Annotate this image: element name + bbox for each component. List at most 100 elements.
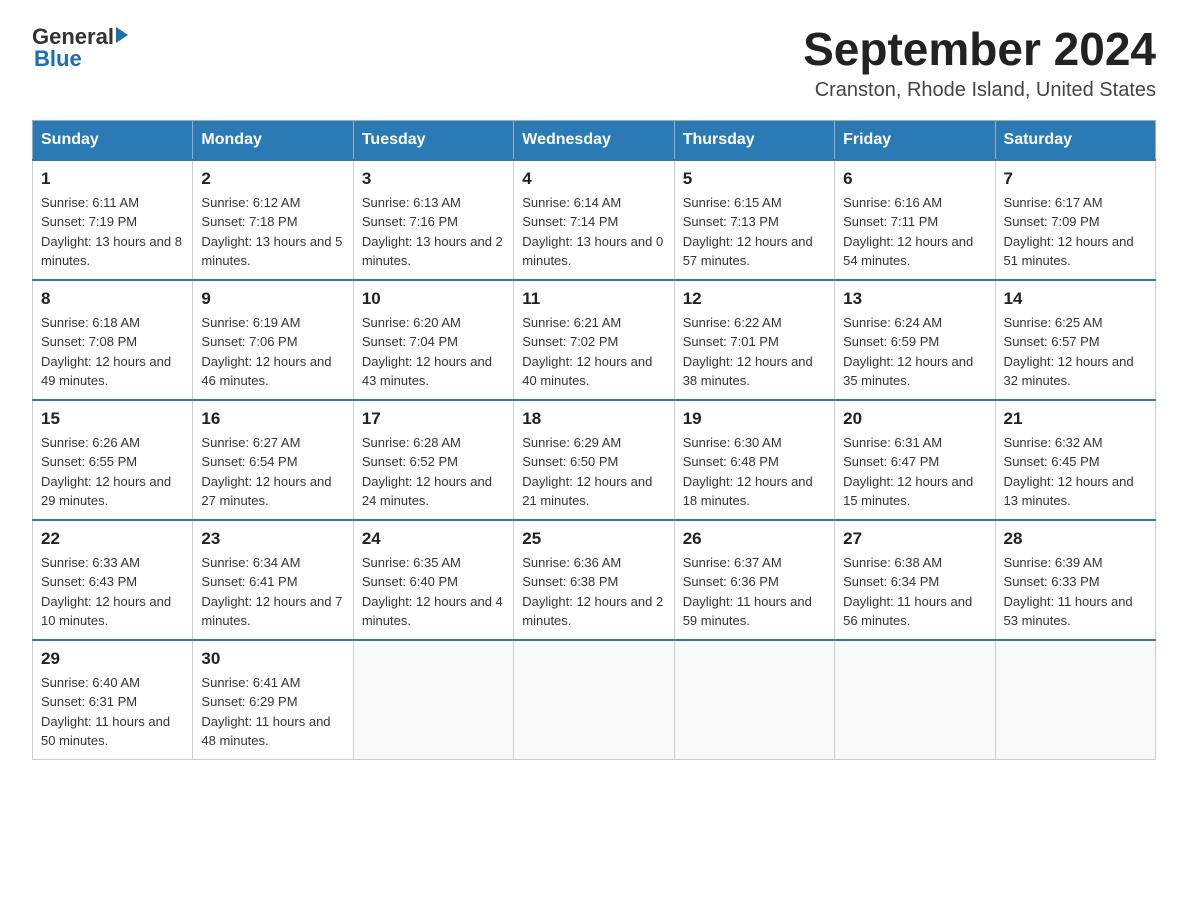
calendar-cell: 28 Sunrise: 6:39 AMSunset: 6:33 PMDaylig… (995, 520, 1155, 640)
day-info: Sunrise: 6:26 AMSunset: 6:55 PMDaylight:… (41, 433, 184, 511)
day-info: Sunrise: 6:41 AMSunset: 6:29 PMDaylight:… (201, 673, 344, 751)
day-info: Sunrise: 6:17 AMSunset: 7:09 PMDaylight:… (1004, 193, 1147, 271)
day-info: Sunrise: 6:20 AMSunset: 7:04 PMDaylight:… (362, 313, 505, 391)
calendar-week-row-2: 8 Sunrise: 6:18 AMSunset: 7:08 PMDayligh… (33, 280, 1156, 400)
calendar-table: Sunday Monday Tuesday Wednesday Thursday… (32, 120, 1156, 760)
calendar-cell (514, 640, 674, 760)
day-info: Sunrise: 6:19 AMSunset: 7:06 PMDaylight:… (201, 313, 344, 391)
col-wednesday: Wednesday (514, 120, 674, 160)
calendar-cell: 14 Sunrise: 6:25 AMSunset: 6:57 PMDaylig… (995, 280, 1155, 400)
day-info: Sunrise: 6:39 AMSunset: 6:33 PMDaylight:… (1004, 553, 1147, 631)
title-area: September 2024 Cranston, Rhode Island, U… (803, 24, 1156, 102)
calendar-cell: 9 Sunrise: 6:19 AMSunset: 7:06 PMDayligh… (193, 280, 353, 400)
day-info: Sunrise: 6:18 AMSunset: 7:08 PMDaylight:… (41, 313, 184, 391)
day-number: 19 (683, 409, 826, 429)
header: General Blue September 2024 Cranston, Rh… (32, 24, 1156, 102)
day-number: 20 (843, 409, 986, 429)
day-number: 10 (362, 289, 505, 309)
col-thursday: Thursday (674, 120, 834, 160)
calendar-cell: 29 Sunrise: 6:40 AMSunset: 6:31 PMDaylig… (33, 640, 193, 760)
calendar-cell: 3 Sunrise: 6:13 AMSunset: 7:16 PMDayligh… (353, 160, 513, 280)
day-number: 24 (362, 529, 505, 549)
calendar-cell: 23 Sunrise: 6:34 AMSunset: 6:41 PMDaylig… (193, 520, 353, 640)
col-saturday: Saturday (995, 120, 1155, 160)
calendar-cell: 11 Sunrise: 6:21 AMSunset: 7:02 PMDaylig… (514, 280, 674, 400)
day-number: 4 (522, 169, 665, 189)
day-number: 27 (843, 529, 986, 549)
calendar-cell: 20 Sunrise: 6:31 AMSunset: 6:47 PMDaylig… (835, 400, 995, 520)
col-tuesday: Tuesday (353, 120, 513, 160)
day-number: 6 (843, 169, 986, 189)
day-number: 21 (1004, 409, 1147, 429)
calendar-cell: 5 Sunrise: 6:15 AMSunset: 7:13 PMDayligh… (674, 160, 834, 280)
calendar-cell: 10 Sunrise: 6:20 AMSunset: 7:04 PMDaylig… (353, 280, 513, 400)
day-info: Sunrise: 6:25 AMSunset: 6:57 PMDaylight:… (1004, 313, 1147, 391)
day-info: Sunrise: 6:35 AMSunset: 6:40 PMDaylight:… (362, 553, 505, 631)
logo: General Blue (32, 24, 128, 72)
day-info: Sunrise: 6:21 AMSunset: 7:02 PMDaylight:… (522, 313, 665, 391)
day-number: 3 (362, 169, 505, 189)
day-info: Sunrise: 6:40 AMSunset: 6:31 PMDaylight:… (41, 673, 184, 751)
day-number: 14 (1004, 289, 1147, 309)
day-number: 11 (522, 289, 665, 309)
day-number: 23 (201, 529, 344, 549)
day-number: 22 (41, 529, 184, 549)
day-number: 29 (41, 649, 184, 669)
day-number: 12 (683, 289, 826, 309)
day-info: Sunrise: 6:36 AMSunset: 6:38 PMDaylight:… (522, 553, 665, 631)
day-number: 30 (201, 649, 344, 669)
calendar-cell: 18 Sunrise: 6:29 AMSunset: 6:50 PMDaylig… (514, 400, 674, 520)
calendar-week-row-1: 1 Sunrise: 6:11 AMSunset: 7:19 PMDayligh… (33, 160, 1156, 280)
day-info: Sunrise: 6:28 AMSunset: 6:52 PMDaylight:… (362, 433, 505, 511)
day-number: 15 (41, 409, 184, 429)
day-number: 13 (843, 289, 986, 309)
day-info: Sunrise: 6:29 AMSunset: 6:50 PMDaylight:… (522, 433, 665, 511)
col-friday: Friday (835, 120, 995, 160)
day-info: Sunrise: 6:13 AMSunset: 7:16 PMDaylight:… (362, 193, 505, 271)
day-number: 16 (201, 409, 344, 429)
day-info: Sunrise: 6:30 AMSunset: 6:48 PMDaylight:… (683, 433, 826, 511)
day-number: 5 (683, 169, 826, 189)
calendar-cell: 12 Sunrise: 6:22 AMSunset: 7:01 PMDaylig… (674, 280, 834, 400)
day-number: 1 (41, 169, 184, 189)
calendar-cell: 13 Sunrise: 6:24 AMSunset: 6:59 PMDaylig… (835, 280, 995, 400)
calendar-cell (353, 640, 513, 760)
calendar-cell: 27 Sunrise: 6:38 AMSunset: 6:34 PMDaylig… (835, 520, 995, 640)
calendar-week-row-5: 29 Sunrise: 6:40 AMSunset: 6:31 PMDaylig… (33, 640, 1156, 760)
calendar-cell: 24 Sunrise: 6:35 AMSunset: 6:40 PMDaylig… (353, 520, 513, 640)
day-info: Sunrise: 6:11 AMSunset: 7:19 PMDaylight:… (41, 193, 184, 271)
day-info: Sunrise: 6:12 AMSunset: 7:18 PMDaylight:… (201, 193, 344, 271)
calendar-cell: 1 Sunrise: 6:11 AMSunset: 7:19 PMDayligh… (33, 160, 193, 280)
day-info: Sunrise: 6:32 AMSunset: 6:45 PMDaylight:… (1004, 433, 1147, 511)
page-subtitle: Cranston, Rhode Island, United States (803, 79, 1156, 102)
day-number: 8 (41, 289, 184, 309)
day-number: 17 (362, 409, 505, 429)
day-info: Sunrise: 6:27 AMSunset: 6:54 PMDaylight:… (201, 433, 344, 511)
day-number: 25 (522, 529, 665, 549)
day-info: Sunrise: 6:16 AMSunset: 7:11 PMDaylight:… (843, 193, 986, 271)
calendar-cell: 15 Sunrise: 6:26 AMSunset: 6:55 PMDaylig… (33, 400, 193, 520)
day-number: 28 (1004, 529, 1147, 549)
calendar-cell: 21 Sunrise: 6:32 AMSunset: 6:45 PMDaylig… (995, 400, 1155, 520)
calendar-cell: 17 Sunrise: 6:28 AMSunset: 6:52 PMDaylig… (353, 400, 513, 520)
calendar-cell: 30 Sunrise: 6:41 AMSunset: 6:29 PMDaylig… (193, 640, 353, 760)
day-info: Sunrise: 6:22 AMSunset: 7:01 PMDaylight:… (683, 313, 826, 391)
day-info: Sunrise: 6:33 AMSunset: 6:43 PMDaylight:… (41, 553, 184, 631)
col-monday: Monday (193, 120, 353, 160)
calendar-cell: 2 Sunrise: 6:12 AMSunset: 7:18 PMDayligh… (193, 160, 353, 280)
day-info: Sunrise: 6:31 AMSunset: 6:47 PMDaylight:… (843, 433, 986, 511)
calendar-cell (835, 640, 995, 760)
calendar-cell: 19 Sunrise: 6:30 AMSunset: 6:48 PMDaylig… (674, 400, 834, 520)
day-info: Sunrise: 6:37 AMSunset: 6:36 PMDaylight:… (683, 553, 826, 631)
calendar-cell: 16 Sunrise: 6:27 AMSunset: 6:54 PMDaylig… (193, 400, 353, 520)
calendar-header-row: Sunday Monday Tuesday Wednesday Thursday… (33, 120, 1156, 160)
calendar-cell: 7 Sunrise: 6:17 AMSunset: 7:09 PMDayligh… (995, 160, 1155, 280)
page-title: September 2024 (803, 24, 1156, 75)
day-info: Sunrise: 6:24 AMSunset: 6:59 PMDaylight:… (843, 313, 986, 391)
day-number: 26 (683, 529, 826, 549)
day-number: 9 (201, 289, 344, 309)
calendar-week-row-4: 22 Sunrise: 6:33 AMSunset: 6:43 PMDaylig… (33, 520, 1156, 640)
calendar-cell: 22 Sunrise: 6:33 AMSunset: 6:43 PMDaylig… (33, 520, 193, 640)
day-info: Sunrise: 6:34 AMSunset: 6:41 PMDaylight:… (201, 553, 344, 631)
day-number: 2 (201, 169, 344, 189)
